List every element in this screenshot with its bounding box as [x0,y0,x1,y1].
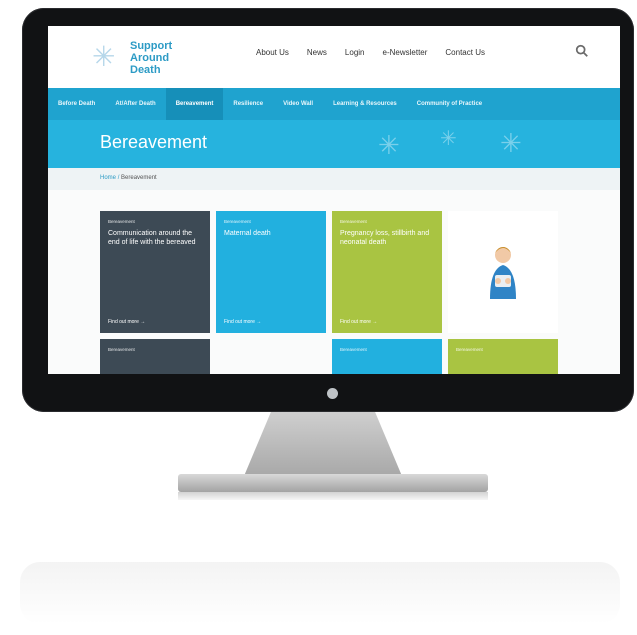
nav-bereavement[interactable]: Bereavement [165,88,224,120]
tile-category: Bereavement [340,219,367,224]
tile-pregnancy-loss[interactable]: Bereavement Pregnancy loss, stillbirth a… [332,211,442,333]
illustration-tile [448,211,558,333]
find-out-more-link[interactable]: Find out more → [340,319,377,325]
breadcrumb-trail: Home / Bereavement [100,175,157,181]
sparkle-icon: ✳ [378,130,400,160]
nav-before-death[interactable]: Before Death [48,88,105,120]
site-header: ✳ Support Around Death About Us News Log… [48,26,620,88]
top-link-news[interactable]: News [307,48,327,57]
nav-video-wall[interactable]: Video Wall [273,88,323,120]
monitor-stand-neck [244,412,402,474]
top-links: About Us News Login e-Newsletter Contact… [256,48,485,57]
tile-category: Bereavement [108,219,135,224]
tile-category: Bereavement [108,347,135,352]
top-link-about-us[interactable]: About Us [256,48,289,57]
logo-star-icon: ✳ [92,41,116,72]
tile-category: Bereavement [456,347,483,352]
tile-communication-end-of-life[interactable]: Bereavement Communication around the end… [100,211,210,333]
tile-maternal-death[interactable]: Bereavement Maternal death Find out more… [216,211,326,333]
breadcrumb: Home / Bereavement [48,168,620,190]
breadcrumb-home[interactable]: Home [100,175,116,181]
website-screen: ✳ Support Around Death About Us News Log… [48,26,620,374]
top-link-contact-us[interactable]: Contact Us [445,48,485,57]
top-link-login[interactable]: Login [345,48,365,57]
tile-title: Pregnancy loss, stillbirth and neonatal … [340,230,430,246]
tile-title: Maternal death [224,230,271,237]
main-nav: Before Death At/After Death Bereavement … [48,88,620,120]
page-hero: Bereavement ✳ ✳ ✳ [48,120,620,168]
nav-resilience[interactable]: Resilience [223,88,273,120]
nav-learning-resources[interactable]: Learning & Resources [323,88,407,120]
find-out-more-link[interactable]: Find out more → [224,319,261,325]
find-out-more-link[interactable]: Find out more → [108,319,145,325]
top-link-e-newsletter[interactable]: e-Newsletter [383,48,428,57]
sparkle-icon: ✳ [440,128,457,150]
desk-reflection [20,562,620,624]
monitor-stand-base [178,474,488,492]
tile-category: Bereavement [224,219,251,224]
tile-bottom-3[interactable]: Bereavement [332,339,442,374]
tile-title: Communication around the end of life wit… [108,230,196,246]
tile-bottom-1[interactable]: Bereavement [100,339,210,374]
monitor-stand-shadow [178,492,488,500]
nav-at-after-death[interactable]: At/After Death [105,88,165,120]
site-logo[interactable]: ✳ Support Around Death [92,34,212,82]
nav-community-of-practice[interactable]: Community of Practice [407,88,492,120]
sparkle-icon: ✳ [500,128,522,158]
logo-text: Support Around Death [130,40,173,76]
search-icon[interactable] [575,44,589,58]
page-title: Bereavement [100,132,208,152]
tile-bottom-4[interactable]: Bereavement [448,339,558,374]
breadcrumb-separator: / [117,175,120,181]
breadcrumb-current: Bereavement [121,175,157,181]
power-indicator [327,388,338,399]
nurse-illustration [490,247,516,299]
tile-category: Bereavement [340,347,367,352]
